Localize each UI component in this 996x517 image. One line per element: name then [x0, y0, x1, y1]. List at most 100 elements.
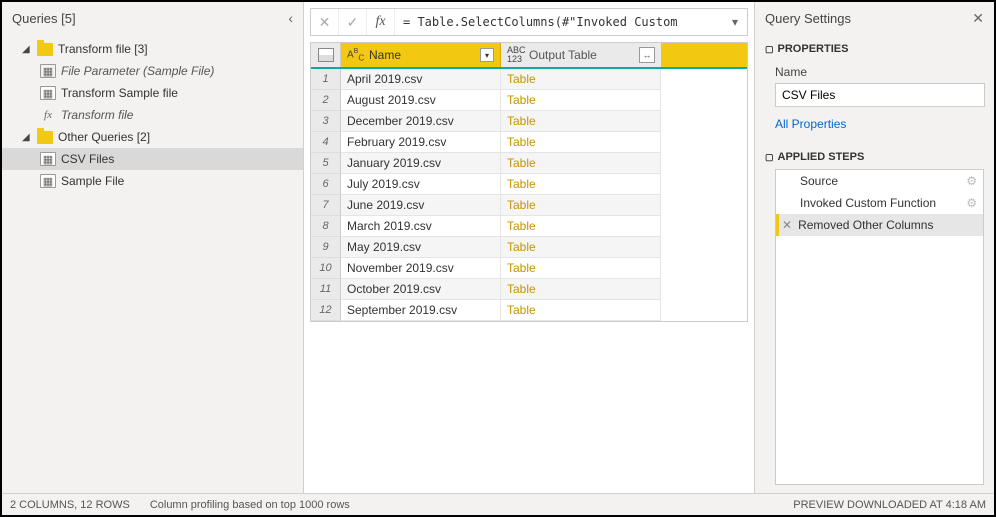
- all-properties-link[interactable]: All Properties: [775, 117, 984, 131]
- cell-name[interactable]: July 2019.csv: [341, 174, 501, 195]
- step-label: Removed Other Columns: [798, 218, 933, 232]
- grid-corner-icon[interactable]: [311, 43, 341, 67]
- settings-title: Query Settings: [765, 11, 851, 26]
- table-row[interactable]: 2August 2019.csvTable: [311, 90, 747, 111]
- cell-name[interactable]: April 2019.csv: [341, 69, 501, 90]
- row-number: 9: [311, 237, 341, 258]
- formula-cancel-icon[interactable]: ✕: [311, 9, 339, 35]
- table-row[interactable]: 12September 2019.csvTable: [311, 300, 747, 321]
- cell-name[interactable]: August 2019.csv: [341, 90, 501, 111]
- column-label: Output Table: [529, 48, 597, 62]
- delete-step-icon[interactable]: ✕: [782, 218, 792, 232]
- tree-item[interactable]: ▦File Parameter (Sample File): [2, 60, 303, 82]
- cell-output[interactable]: Table: [501, 153, 661, 174]
- row-number: 6: [311, 174, 341, 195]
- tree-label: Sample File: [61, 174, 124, 188]
- table-icon: ▦: [40, 86, 56, 100]
- table-row[interactable]: 9May 2019.csvTable: [311, 237, 747, 258]
- name-label: Name: [775, 65, 984, 79]
- cell-name[interactable]: May 2019.csv: [341, 237, 501, 258]
- step-label: Invoked Custom Function: [800, 196, 936, 210]
- row-number: 7: [311, 195, 341, 216]
- table-row[interactable]: 8March 2019.csvTable: [311, 216, 747, 237]
- row-number: 3: [311, 111, 341, 132]
- cell-name[interactable]: October 2019.csv: [341, 279, 501, 300]
- cell-output[interactable]: Table: [501, 111, 661, 132]
- table-row[interactable]: 7June 2019.csvTable: [311, 195, 747, 216]
- name-input[interactable]: [775, 83, 985, 107]
- status-profiling: Column profiling based on top 1000 rows: [150, 499, 350, 511]
- folder-icon: [37, 131, 53, 144]
- table-row[interactable]: 4February 2019.csvTable: [311, 132, 747, 153]
- cell-name[interactable]: February 2019.csv: [341, 132, 501, 153]
- row-number: 5: [311, 153, 341, 174]
- table-row[interactable]: 3December 2019.csvTable: [311, 111, 747, 132]
- applied-steps-header[interactable]: ▢ APPLIED STEPS: [765, 151, 984, 163]
- caret-icon: ◢: [22, 44, 32, 55]
- tree-item[interactable]: ▦Transform Sample file: [2, 82, 303, 104]
- tree-label: Other Queries [2]: [58, 130, 150, 144]
- tree-item[interactable]: ▦ Sample File: [2, 170, 303, 192]
- table-row[interactable]: 5January 2019.csvTable: [311, 153, 747, 174]
- collapse-icon[interactable]: ‹: [288, 10, 293, 26]
- row-number: 10: [311, 258, 341, 279]
- row-number: 8: [311, 216, 341, 237]
- column-header-name[interactable]: ABC Name ▾: [341, 43, 501, 67]
- table-row[interactable]: 6July 2019.csvTable: [311, 174, 747, 195]
- caret-icon: ◢: [22, 132, 32, 143]
- formula-commit-icon[interactable]: ✓: [339, 9, 367, 35]
- row-number: 2: [311, 90, 341, 111]
- cell-output[interactable]: Table: [501, 237, 661, 258]
- tree-item[interactable]: ▦CSV Files: [2, 148, 303, 170]
- cell-output[interactable]: Table: [501, 279, 661, 300]
- properties-header[interactable]: ▢ PROPERTIES: [765, 43, 984, 55]
- cell-name[interactable]: June 2019.csv: [341, 195, 501, 216]
- row-number: 4: [311, 132, 341, 153]
- tree-item[interactable]: fxTransform file: [2, 104, 303, 126]
- applied-step[interactable]: Source⚙: [776, 170, 983, 192]
- cell-output[interactable]: Table: [501, 174, 661, 195]
- tree-label: Transform file [3]: [58, 42, 148, 56]
- gear-icon[interactable]: ⚙: [966, 196, 977, 210]
- column-filter-icon[interactable]: ▾: [480, 48, 494, 62]
- expand-column-icon[interactable]: ↔: [639, 47, 655, 63]
- cell-output[interactable]: Table: [501, 69, 661, 90]
- table-row[interactable]: 1April 2019.csvTable: [311, 69, 747, 90]
- fx-icon[interactable]: fx: [367, 9, 395, 35]
- row-number: 11: [311, 279, 341, 300]
- gear-icon[interactable]: ⚙: [966, 174, 977, 188]
- table-icon: ▦: [40, 152, 56, 166]
- column-header-output[interactable]: ABC123 Output Table ↔: [501, 43, 661, 67]
- cell-output[interactable]: Table: [501, 195, 661, 216]
- cell-output[interactable]: Table: [501, 132, 661, 153]
- cell-name[interactable]: November 2019.csv: [341, 258, 501, 279]
- table-icon: ▦: [40, 174, 56, 188]
- folder-icon: [37, 43, 53, 56]
- status-columns-rows: 2 COLUMNS, 12 ROWS: [10, 499, 130, 511]
- row-number: 1: [311, 69, 341, 90]
- applied-step[interactable]: Invoked Custom Function ⚙: [776, 192, 983, 214]
- cell-name[interactable]: January 2019.csv: [341, 153, 501, 174]
- column-label: Name: [369, 48, 401, 62]
- table-row[interactable]: 11October 2019.csvTable: [311, 279, 747, 300]
- close-icon[interactable]: ✕: [972, 10, 984, 27]
- cell-name[interactable]: September 2019.csv: [341, 300, 501, 321]
- cell-output[interactable]: Table: [501, 90, 661, 111]
- status-bar: 2 COLUMNS, 12 ROWS Column profiling base…: [2, 493, 994, 515]
- fx-icon: fx: [40, 108, 56, 122]
- status-preview-time: PREVIEW DOWNLOADED AT 4:18 AM: [793, 499, 986, 511]
- cell-output[interactable]: Table: [501, 300, 661, 321]
- tree-folder[interactable]: ◢ Other Queries [2]: [2, 126, 303, 148]
- cell-name[interactable]: March 2019.csv: [341, 216, 501, 237]
- table-row[interactable]: 10November 2019.csvTable: [311, 258, 747, 279]
- tree-label: File Parameter (Sample File): [61, 64, 214, 78]
- any-type-icon: ABC123: [507, 46, 525, 64]
- formula-input[interactable]: = Table.SelectColumns(#"Invoked Custom: [395, 15, 723, 29]
- formula-dropdown-icon[interactable]: ▾: [723, 15, 747, 29]
- cell-output[interactable]: Table: [501, 216, 661, 237]
- caret-icon: ▢: [765, 152, 774, 163]
- tree-folder[interactable]: ◢ Transform file [3]: [2, 38, 303, 60]
- applied-step[interactable]: ✕ Removed Other Columns: [776, 214, 983, 236]
- cell-name[interactable]: December 2019.csv: [341, 111, 501, 132]
- cell-output[interactable]: Table: [501, 258, 661, 279]
